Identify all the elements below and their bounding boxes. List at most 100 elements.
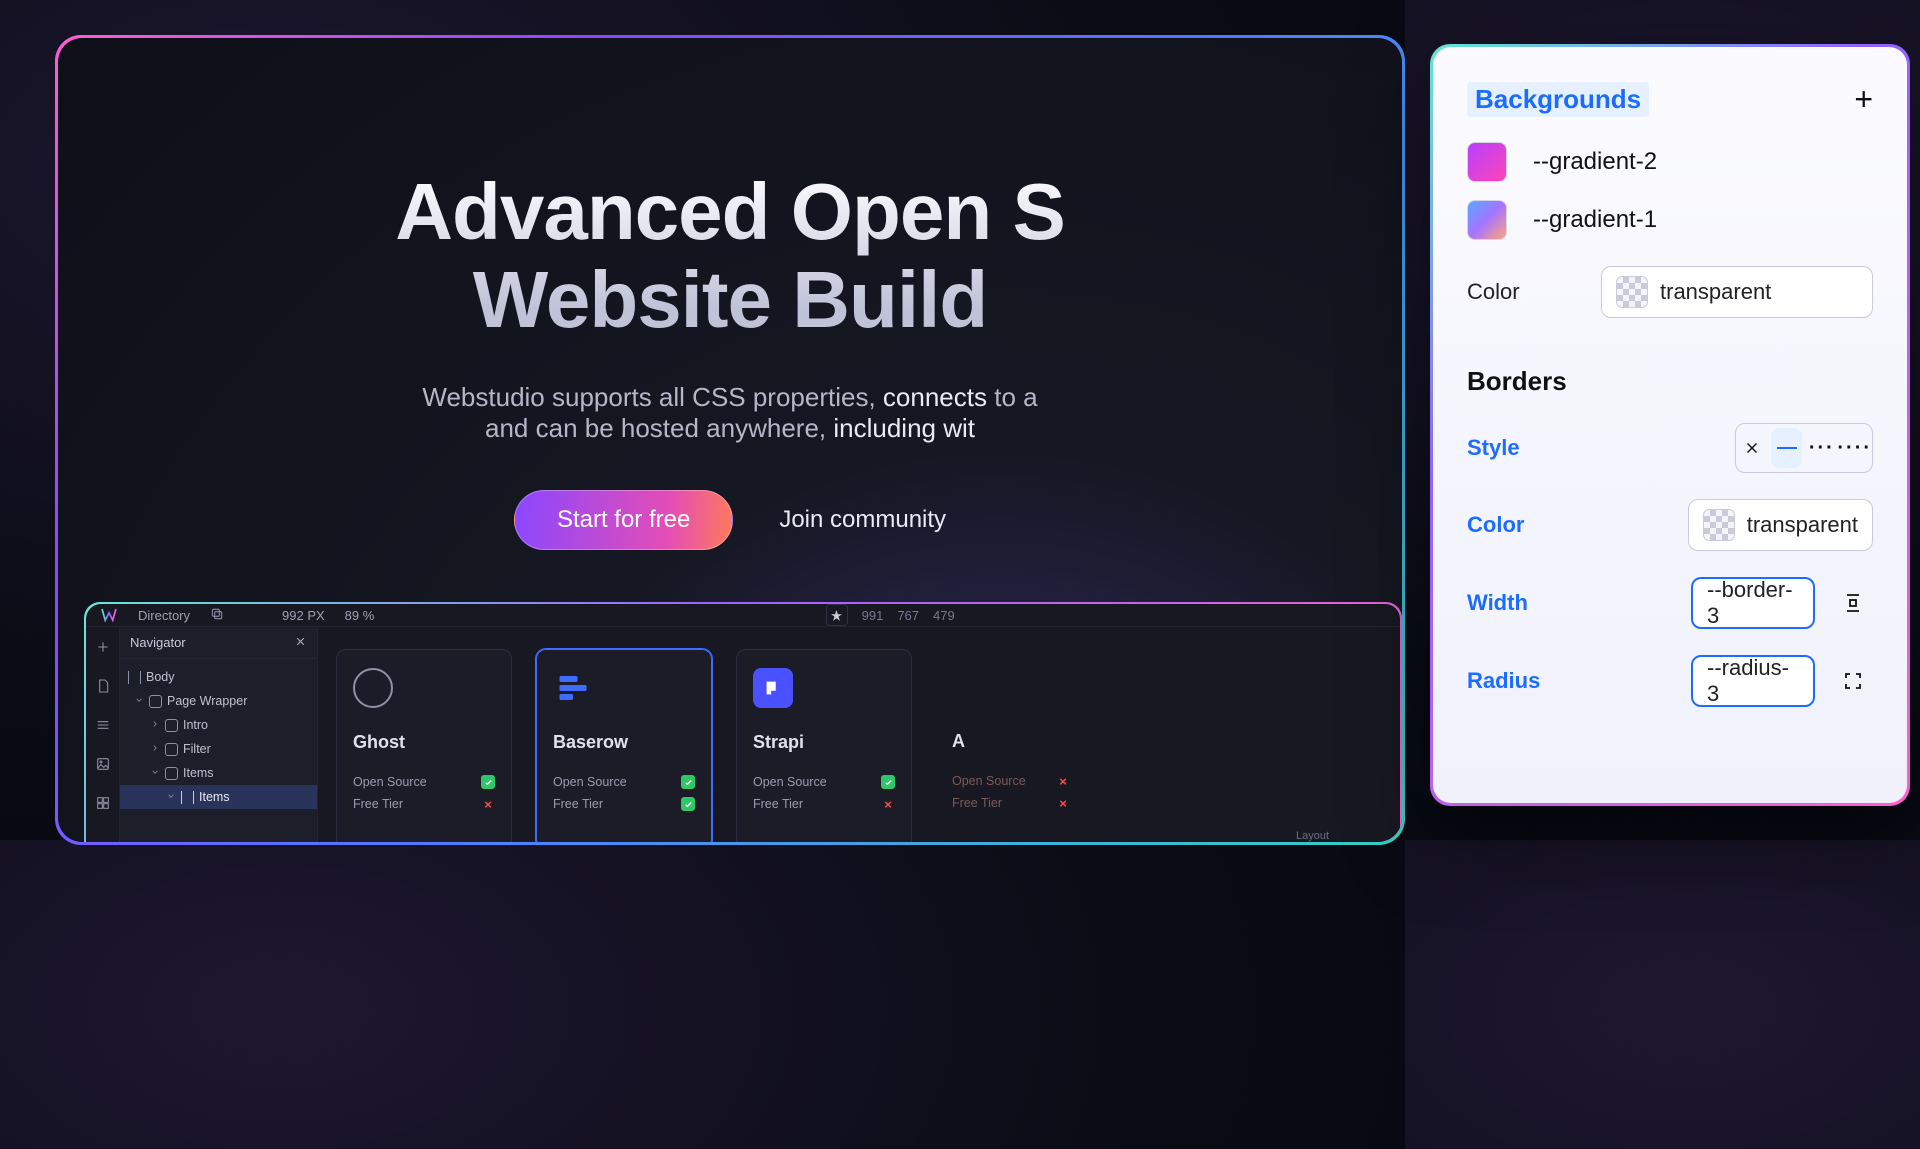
card-title: Strapi	[753, 732, 895, 753]
body-icon	[128, 671, 141, 684]
borders-title: Borders	[1467, 366, 1873, 397]
border-style-toggle: ··· ····	[1735, 423, 1873, 473]
transparent-swatch-icon	[1616, 276, 1648, 308]
card-title: A	[952, 731, 1070, 752]
breakpoint-479[interactable]: 479	[933, 608, 955, 623]
border-width-input[interactable]: --border-3	[1691, 577, 1815, 629]
bg-color-label: Color	[1467, 279, 1563, 305]
navigator-icon[interactable]	[95, 717, 111, 738]
breakpoint-767[interactable]: 767	[897, 608, 919, 623]
attr-free: Free Tier×	[353, 793, 495, 815]
border-radius-label: Radius	[1467, 668, 1563, 694]
style-inspector: Backgrounds + --gradient-2 --gradient-1 …	[1430, 44, 1910, 806]
hero-title-line2: Website Build	[473, 255, 987, 344]
hero-subtitle: Webstudio supports all CSS properties, c…	[118, 382, 1342, 444]
border-style-solid-button[interactable]	[1771, 428, 1802, 468]
border-style-dashed-button[interactable]: ···	[1806, 424, 1837, 472]
border-radius-input[interactable]: --radius-3	[1691, 655, 1815, 707]
border-width-value: --border-3	[1707, 577, 1799, 629]
bg-color-row: Color transparent	[1467, 266, 1873, 318]
x-icon: ×	[1056, 774, 1070, 788]
project-name[interactable]: Directory	[138, 608, 190, 623]
tree-page-wrapper[interactable]: Page Wrapper	[120, 689, 317, 713]
chevron-down-icon	[166, 790, 176, 804]
attr-free: Free Tier×	[753, 793, 895, 815]
card-ghost[interactable]: Ghost Open Source Free Tier×	[336, 649, 512, 842]
background-item-2[interactable]: --gradient-1	[1467, 200, 1873, 240]
join-community-link[interactable]: Join community	[779, 506, 946, 534]
border-style-label: Style	[1467, 435, 1563, 461]
hero-title: Advanced Open S Website Build	[118, 168, 1342, 344]
tool-rail	[86, 627, 120, 842]
navigator-header: Navigator	[120, 627, 317, 659]
border-color-row: Color transparent	[1467, 499, 1873, 551]
border-radius-row: Radius --radius-3	[1467, 655, 1873, 707]
radius-corners-icon[interactable]	[1833, 661, 1873, 701]
attr-open: Open Source	[353, 771, 495, 793]
border-width-row: Width --border-3	[1467, 577, 1873, 629]
x-icon: ×	[881, 797, 895, 811]
attr-free: Free Tier	[553, 793, 695, 815]
gradient-swatch-icon[interactable]	[1467, 200, 1507, 240]
navigator-title: Navigator	[130, 635, 186, 650]
start-free-button[interactable]: Start for free	[514, 490, 733, 550]
check-icon	[681, 775, 695, 789]
card-partial[interactable]: A Open Source× Free Tier×	[936, 649, 1086, 842]
canvas[interactable]: Ghost Open Source Free Tier× Baserow Ope…	[318, 627, 1400, 842]
hero: Advanced Open S Website Build Webstudio …	[58, 38, 1402, 550]
bg-color-value: transparent	[1660, 279, 1771, 305]
transparent-swatch-icon	[1703, 509, 1735, 541]
border-color-value: transparent	[1747, 512, 1858, 538]
webstudio-logo-icon	[100, 606, 118, 624]
add-icon[interactable]	[95, 639, 111, 660]
attr-open: Open Source	[553, 771, 695, 793]
border-style-none-button[interactable]	[1736, 424, 1767, 472]
chevron-down-icon	[150, 766, 160, 780]
backgrounds-title[interactable]: Backgrounds	[1467, 82, 1649, 117]
zoom-level[interactable]: 89 %	[345, 608, 375, 623]
page-icon[interactable]	[95, 678, 111, 699]
card-title: Ghost	[353, 732, 495, 753]
chevron-right-icon	[150, 742, 160, 756]
card-title: Baserow	[553, 732, 695, 753]
border-style-dotted-button[interactable]: ····	[1837, 424, 1872, 472]
border-width-label: Width	[1467, 590, 1563, 616]
tree-filter[interactable]: Filter	[120, 737, 317, 761]
builder-topbar: Directory 992 PX 89 % 991 767 479	[86, 604, 1400, 627]
bg-color-input[interactable]: transparent	[1601, 266, 1873, 318]
box-icon	[165, 743, 178, 756]
tree-items-inner[interactable]: Items	[120, 785, 317, 809]
check-icon	[481, 775, 495, 789]
image-icon[interactable]	[95, 756, 111, 777]
app-frame-inner: Advanced Open S Website Build Webstudio …	[58, 38, 1402, 842]
border-radius-value: --radius-3	[1707, 655, 1799, 707]
breakpoints: 991 767 479	[826, 604, 955, 626]
border-style-row: Style ··· ····	[1467, 423, 1873, 473]
box-icon	[149, 695, 162, 708]
breakpoint-991[interactable]: 991	[862, 608, 884, 623]
tree-body[interactable]: Body	[120, 665, 317, 689]
border-color-input[interactable]: transparent	[1688, 499, 1873, 551]
card-baserow[interactable]: Baserow Open Source Free Tier	[536, 649, 712, 842]
attr-open: Open Source	[753, 771, 895, 793]
background-item-1[interactable]: --gradient-2	[1467, 142, 1873, 182]
card-strapi[interactable]: Strapi Open Source Free Tier×	[736, 649, 912, 842]
add-background-button[interactable]: +	[1854, 81, 1873, 118]
close-icon[interactable]	[294, 635, 307, 651]
border-sides-icon[interactable]	[1833, 583, 1873, 623]
strapi-icon	[753, 668, 793, 708]
gradient-swatch-icon[interactable]	[1467, 142, 1507, 182]
hero-title-line1: Advanced Open S	[395, 167, 1065, 256]
tree-intro[interactable]: Intro	[120, 713, 317, 737]
box-icon	[165, 767, 178, 780]
components-icon[interactable]	[95, 795, 111, 816]
attr-open: Open Source×	[952, 770, 1070, 792]
backgrounds-header: Backgrounds +	[1467, 81, 1873, 118]
copy-icon[interactable]	[210, 607, 224, 624]
x-icon: ×	[1056, 796, 1070, 810]
base-breakpoint-button[interactable]	[826, 604, 848, 626]
tree-items[interactable]: Items	[120, 761, 317, 785]
partial-icon	[952, 667, 992, 707]
canvas-size: 992 PX	[282, 608, 325, 623]
check-icon	[681, 797, 695, 811]
